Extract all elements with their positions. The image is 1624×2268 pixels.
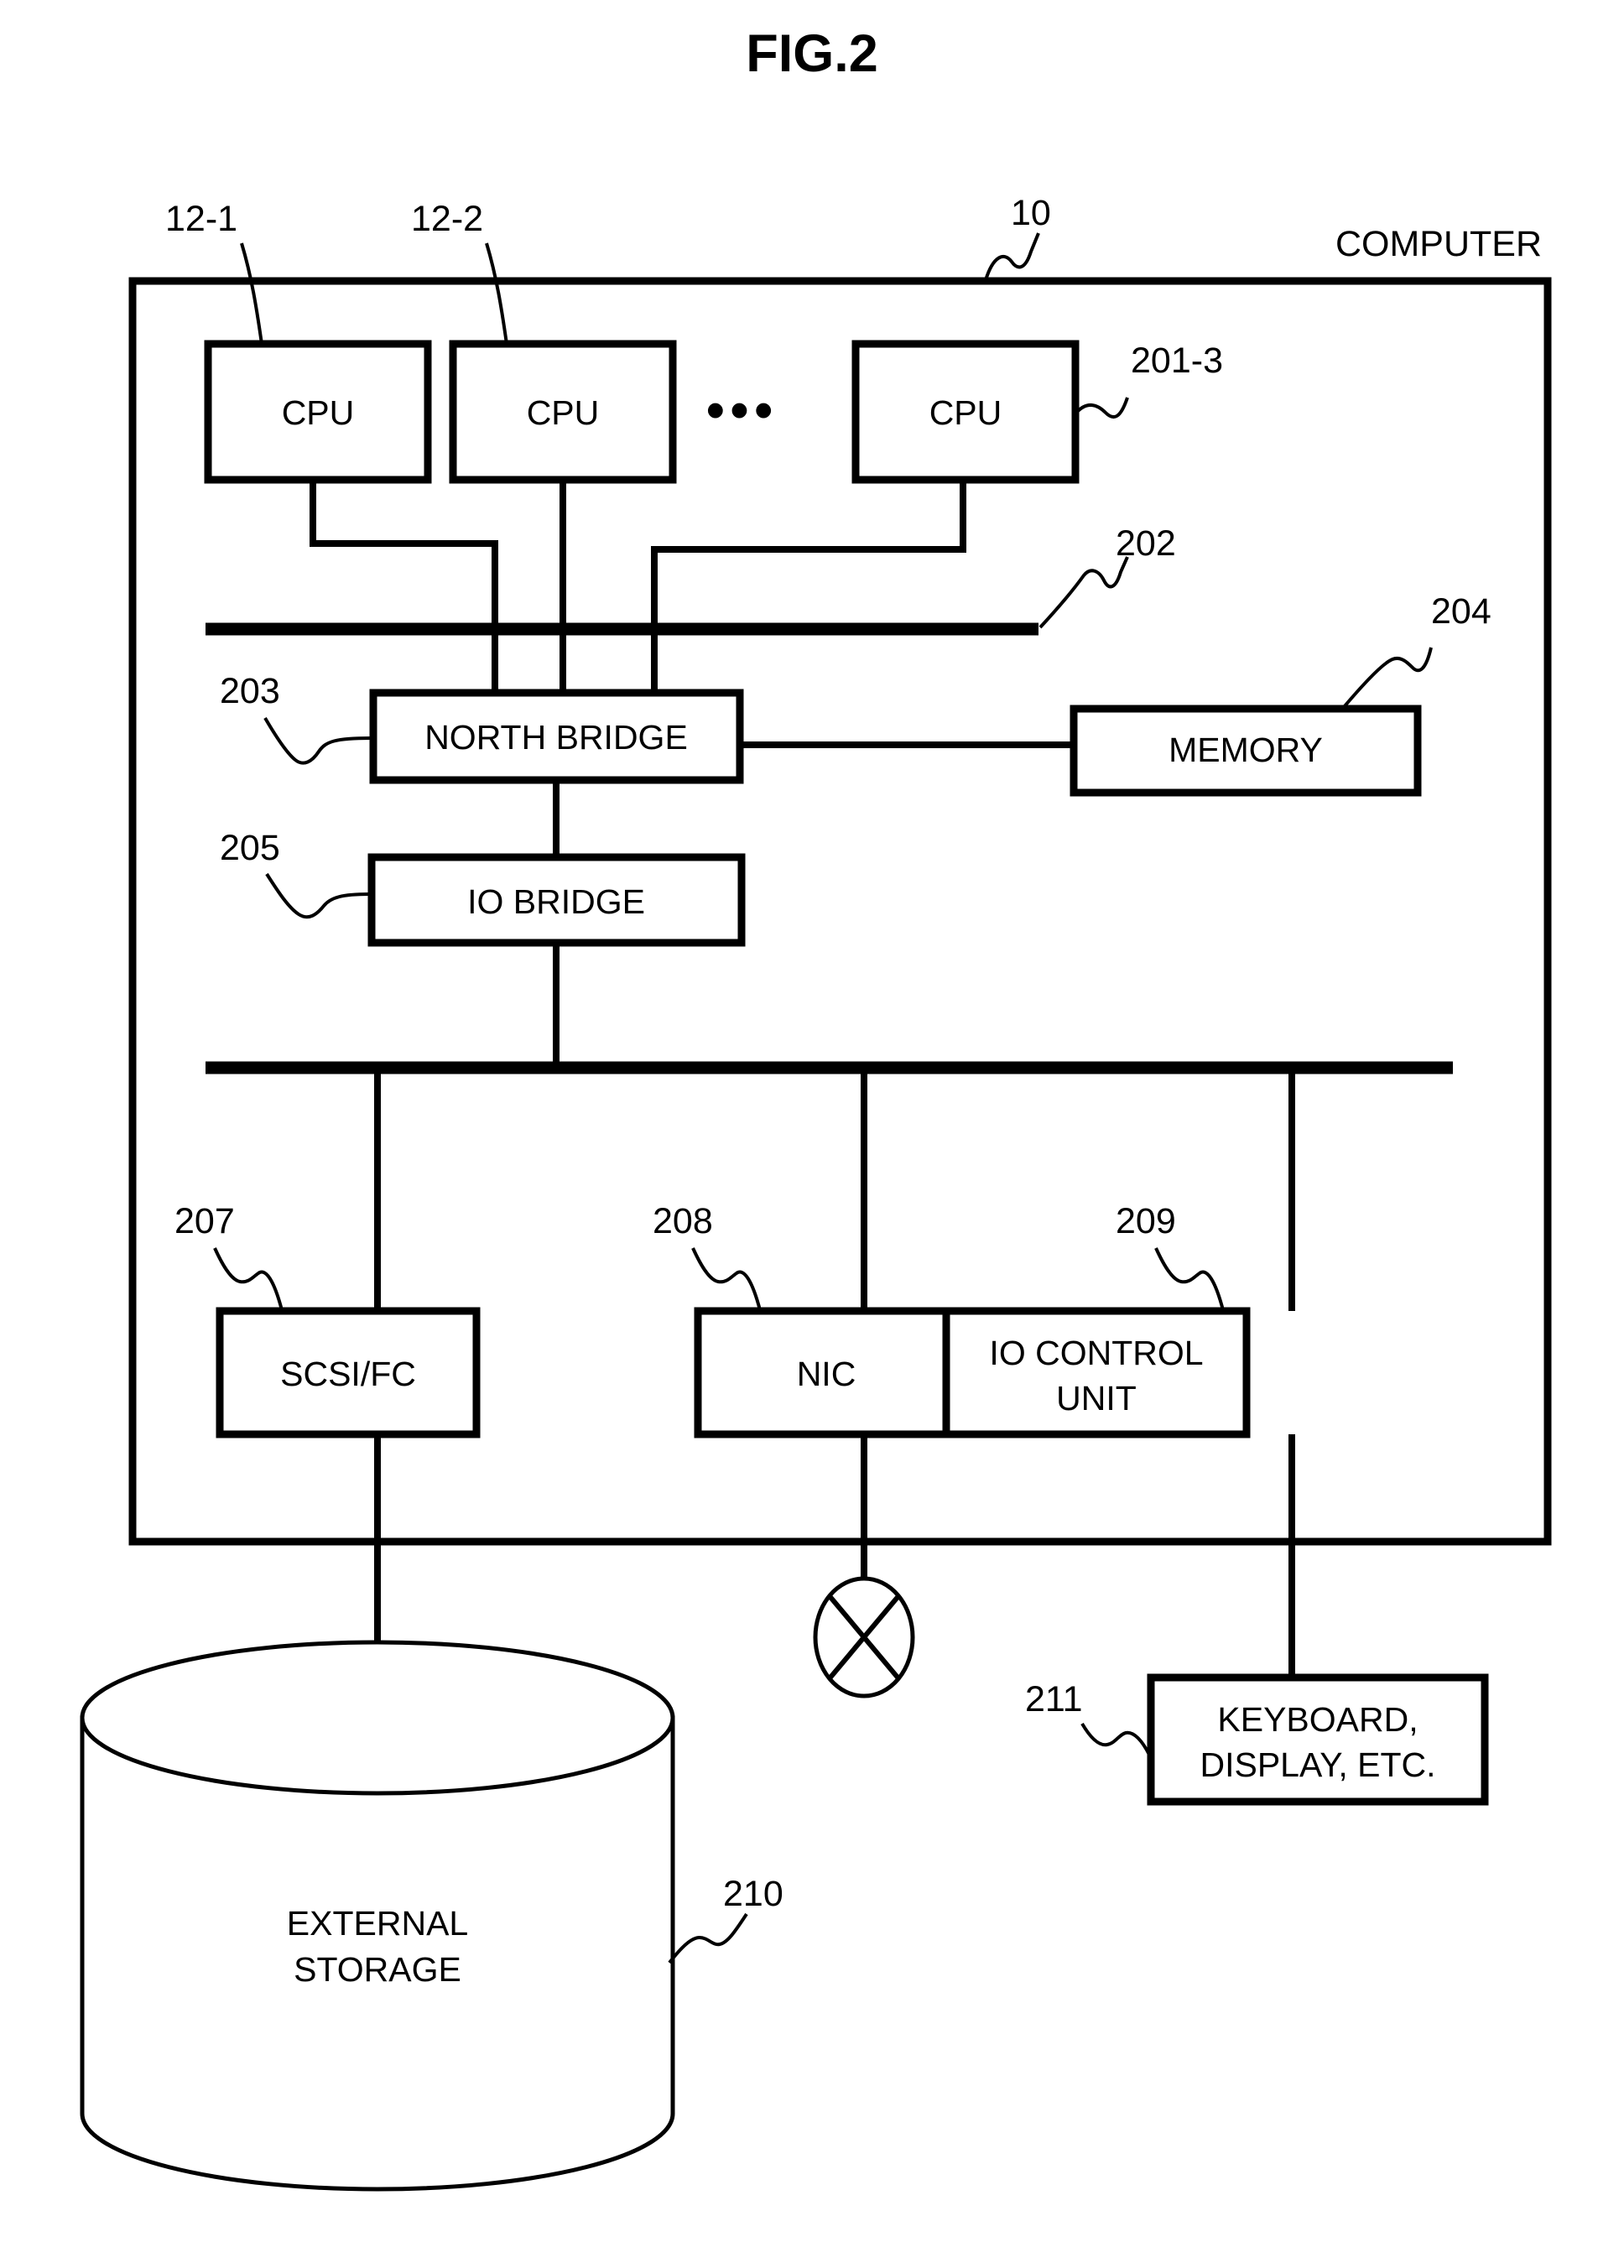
ref-204-leader-line	[1342, 647, 1433, 709]
network-cross-circle-icon	[813, 1576, 915, 1698]
peripherals-label-line2: DISPLAY, ETC.	[1200, 1745, 1435, 1784]
ref-203-leader-line	[263, 716, 372, 765]
ref-208-label: 208	[653, 1201, 713, 1241]
ref-208-leader-line	[691, 1247, 762, 1311]
peripherals-label-line1: KEYBOARD,	[1217, 1700, 1418, 1739]
ref-209-leader-line	[1154, 1247, 1225, 1311]
ref-12-1-label: 12-1	[165, 199, 237, 239]
ref-209-label: 209	[1116, 1201, 1176, 1241]
memory-label: MEMORY	[1169, 731, 1323, 769]
cpu3-label: CPU	[929, 393, 1002, 432]
ref-201-3-label: 201-3	[1131, 341, 1223, 381]
scsi-fc-label: SCSI/FC	[280, 1355, 416, 1393]
ref-207-leader-line	[213, 1247, 284, 1311]
external-storage-label-line1: EXTERNAL	[287, 1904, 468, 1943]
ref-204-label: 204	[1431, 591, 1491, 632]
figure-root: FIG.2 COMPUTER 10 CPU 12-1 CPU 12-2 ••• …	[0, 0, 1624, 2268]
ref-201-3-leader-line	[1075, 397, 1129, 419]
cpu2-label: CPU	[527, 393, 600, 432]
ref-12-2-leader-line	[485, 242, 508, 345]
ref-207-label: 207	[174, 1201, 235, 1241]
io-control-unit-label-line1: IO CONTROL	[989, 1334, 1203, 1372]
ref-202-leader-line	[1038, 556, 1129, 629]
ref-203-label: 203	[220, 671, 280, 711]
cpu-ellipsis: •••	[706, 382, 778, 440]
cpu3-to-northbridge-wire	[651, 480, 966, 693]
figure-title: FIG.2	[746, 24, 878, 83]
io-control-unit-label-line2: UNIT	[1056, 1379, 1137, 1418]
external-storage-label-line2: STORAGE	[294, 1950, 461, 1989]
ref-10-label: 10	[1011, 193, 1051, 233]
patent-figure-diagram: FIG.2 COMPUTER 10 CPU 12-1 CPU 12-2 ••• …	[80, 24, 1552, 2192]
ref-202-label: 202	[1116, 523, 1176, 564]
ref-211-leader-line	[1080, 1722, 1151, 1756]
cpu1-to-northbridge-wire	[310, 480, 498, 693]
ref-210-label: 210	[723, 1874, 783, 1914]
ref-12-2-label: 12-2	[411, 199, 483, 239]
nic-label: NIC	[797, 1355, 856, 1393]
ref-211-label: 211	[1025, 1679, 1083, 1719]
ref-10-leader-line	[984, 232, 1040, 281]
north-bridge-label: NORTH BRIDGE	[424, 718, 688, 757]
ref-205-label: 205	[220, 828, 280, 868]
computer-enclosure-label: COMPUTER	[1335, 224, 1542, 264]
ref-205-leader-line	[265, 872, 370, 919]
io-bridge-label: IO BRIDGE	[467, 882, 645, 921]
ref-12-1-leader-line	[240, 242, 263, 345]
cpu1-label: CPU	[282, 393, 355, 432]
ref-210-leader-line	[668, 1912, 748, 1964]
